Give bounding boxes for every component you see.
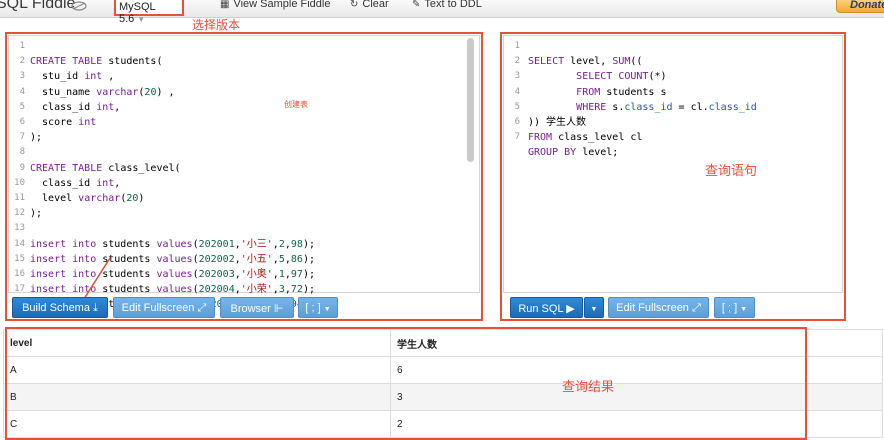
expand-icon: ⤢	[197, 302, 207, 314]
build-schema-button[interactable]: Build Schema ⤓	[12, 297, 108, 318]
brand-name: SQL Fiddle	[0, 0, 76, 12]
annotation-query-statement: 查询语句	[705, 163, 758, 178]
line-number: 10	[14, 177, 25, 188]
edit-fullscreen-label: Edit Fullscreen	[121, 302, 195, 314]
annotation-query-result: 查询结果	[562, 379, 615, 394]
query-line: WHERE s.class_id = cl.class_id	[576, 101, 757, 113]
line-number: 5	[19, 101, 25, 112]
schema-line: stu_id int ,	[30, 71, 115, 83]
run-sql-button[interactable]: Run SQL ▶	[510, 297, 583, 318]
line-number: 7	[514, 132, 520, 143]
annotation-create-table: 创建表	[284, 100, 308, 109]
database-version-select[interactable]: MySQL 5.6 ▼	[114, 0, 184, 25]
schema-line: );	[30, 208, 43, 220]
line-number: 4	[514, 86, 520, 97]
refresh-icon: ↻	[350, 0, 359, 10]
query-editor[interactable]: 1 2 3 4 5 6 7 SELECT level, SUM(( SELECT COUNT…	[503, 35, 843, 293]
app-logo[interactable]: SQL Fiddle	[0, 0, 87, 13]
results-highlight	[5, 327, 807, 440]
query-line: SELECT COUNT(*)	[576, 71, 667, 83]
caret-down-icon: ▼	[740, 306, 748, 313]
donate-button[interactable]: Donate	[836, 0, 884, 13]
line-number: 3	[514, 71, 520, 82]
text-to-ddl-button[interactable]: ✎ Text to DDL	[412, 0, 482, 10]
build-schema-label: Build Schema	[22, 302, 90, 314]
edit-fullscreen-button-query[interactable]: Edit Fullscreen ⤢	[608, 297, 709, 318]
line-number: 7	[19, 132, 25, 143]
delimiter-label: [ ; ]	[305, 302, 321, 314]
line-number: 9	[19, 162, 25, 173]
schema-line: CREATE TABLE students(	[30, 56, 163, 68]
query-line: SELECT level, SUM((	[528, 56, 643, 68]
view-sample-fiddle-button[interactable]: ▦ View Sample Fiddle	[220, 0, 330, 10]
line-number: 3	[19, 71, 25, 82]
line-number: 14	[14, 238, 25, 249]
query-line-numbers: 1 2 3 4 5 6 7	[504, 39, 520, 145]
schema-line: stu_name varchar(20) ,	[30, 86, 175, 98]
tree-icon: ⊩	[273, 303, 284, 315]
schema-line	[30, 147, 36, 158]
edit-fullscreen-label: Edit Fullscreen	[616, 302, 689, 314]
run-sql-label: Run SQL	[518, 303, 564, 315]
line-number: 1	[19, 41, 25, 51]
line-number: 8	[19, 147, 25, 158]
wrench-icon: ✎	[412, 0, 421, 10]
caret-down-icon: ▼	[323, 306, 331, 313]
grid-icon: ▦	[220, 0, 230, 10]
schema-line: insert into students values(202001,'小三',…	[30, 238, 315, 250]
annotation-select-version: 选择版本	[192, 18, 241, 32]
query-line: )) 学生人数	[528, 117, 587, 129]
dropdown-caret-icon: ▼	[137, 15, 146, 24]
caret-down-icon: ▼	[590, 306, 598, 313]
schema-line	[30, 223, 36, 234]
clear-label: Clear	[362, 0, 389, 10]
run-sql-dropdown-button[interactable]: ▼	[584, 297, 604, 318]
line-number: 16	[14, 269, 25, 280]
line-number: 4	[19, 86, 25, 97]
line-number: 2	[514, 56, 520, 67]
top-toolbar: SQL Fiddle MySQL 5.6 ▼ ▦ View Sample Fiddl…	[0, 0, 884, 25]
schema-line-numbers: 1 2 3 4 5 6 7 8 9 10 11 12 13 14 15 16 17	[9, 39, 25, 297]
query-line: FROM students s	[576, 86, 667, 98]
browser-button[interactable]: Browser ⊩	[220, 297, 294, 318]
play-icon: ▶	[566, 303, 575, 315]
browser-label: Browser	[230, 303, 271, 315]
view-sample-label: View Sample Fiddle	[233, 0, 331, 10]
expand-icon: ⤢	[692, 302, 701, 314]
line-number: 13	[14, 223, 25, 234]
download-icon: ⤓	[93, 302, 98, 314]
schema-scrollbar[interactable]	[467, 38, 474, 162]
line-number: 5	[514, 101, 520, 112]
line-number: 6	[514, 117, 520, 128]
schema-line: class_id int,	[30, 101, 121, 113]
clear-button[interactable]: ↻ Clear	[350, 0, 389, 10]
line-number: 1	[514, 41, 520, 51]
query-code[interactable]: SELECT level, SUM(( SELECT COUNT(*) FROM…	[528, 39, 757, 161]
line-number: 2	[19, 56, 25, 67]
delimiter-label: [ ; ]	[721, 302, 738, 314]
delimiter-button-query[interactable]: [ ; ] ▼	[714, 297, 755, 318]
line-number: 17	[14, 284, 25, 295]
edit-fullscreen-button-schema[interactable]: Edit Fullscreen ⤢	[113, 297, 215, 318]
query-line: FROM class_level cl	[528, 132, 643, 144]
schema-line: CREATE TABLE class_level(	[30, 162, 181, 174]
schema-line: level varchar(20)	[30, 193, 145, 205]
query-line: GROUP BY level;	[528, 147, 619, 159]
fiddle-logo-icon	[71, 1, 87, 11]
schema-line: );	[30, 132, 43, 144]
line-number: 11	[14, 193, 25, 204]
schema-line: class_id int,	[30, 177, 121, 189]
text-to-ddl-label: Text to DDL	[424, 0, 482, 10]
line-number: 12	[14, 208, 25, 219]
delimiter-button-schema[interactable]: [ ; ] ▼	[298, 297, 338, 318]
donate-label: Donate	[850, 0, 884, 11]
line-number: 15	[14, 253, 25, 264]
line-number: 6	[19, 117, 25, 128]
schema-line: score int	[30, 117, 97, 129]
